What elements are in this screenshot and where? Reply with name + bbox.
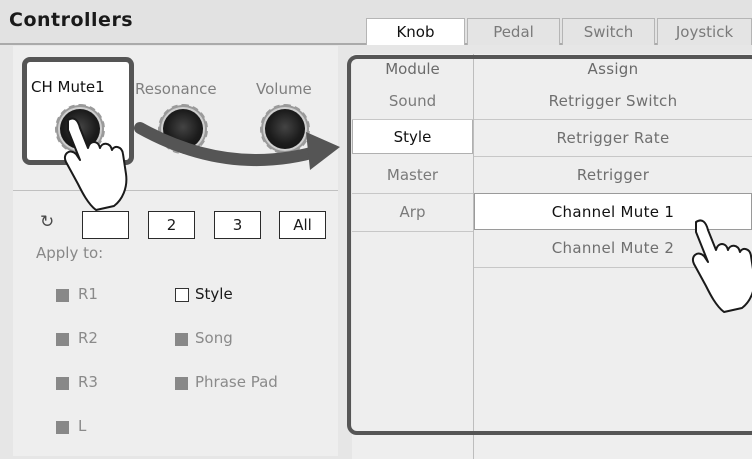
tutorial-overlay: [64, 117, 752, 313]
controllers-screen: Controllers Knob Pedal Switch Joystick C…: [0, 0, 752, 459]
curved-arrow: [134, 122, 340, 170]
hand-pointer-icon: [692, 219, 752, 313]
hand-pointer-icon: [64, 117, 128, 211]
